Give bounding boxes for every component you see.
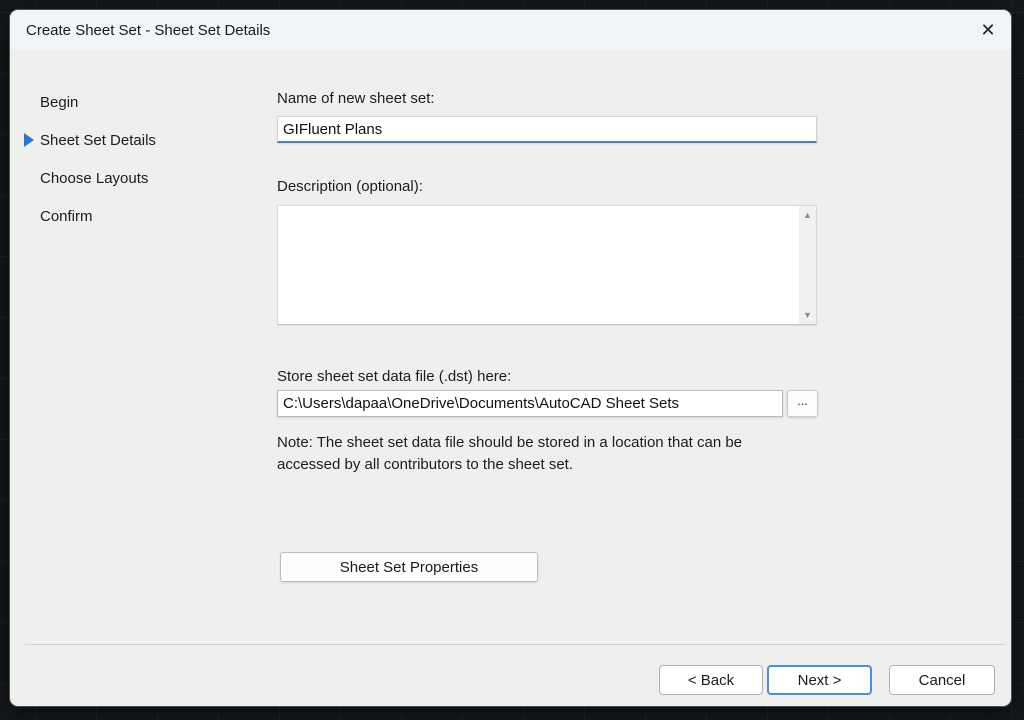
step-label: Sheet Set Details — [40, 132, 156, 149]
footer-separator — [25, 644, 1005, 645]
description-textarea[interactable] — [278, 206, 799, 324]
step-label: Confirm — [40, 208, 93, 225]
sheet-set-name-input[interactable] — [277, 116, 817, 143]
back-button[interactable]: < Back — [659, 665, 763, 695]
create-sheet-set-dialog: Create Sheet Set - Sheet Set Details ✕ B… — [10, 10, 1011, 706]
sidebar-item-choose-layouts: Choose Layouts — [24, 159, 254, 197]
active-step-arrow-icon — [24, 133, 34, 147]
description-field-box: ▲ ▼ — [277, 205, 817, 325]
browse-button[interactable]: ... — [787, 390, 818, 417]
description-label: Description (optional): — [277, 178, 423, 195]
step-label: Begin — [40, 94, 78, 111]
sidebar-item-confirm: Confirm — [24, 197, 254, 235]
sheet-set-properties-button[interactable]: Sheet Set Properties — [280, 552, 538, 582]
active-step-marker — [24, 133, 40, 147]
note-text: Note: The sheet set data file should be … — [277, 432, 797, 476]
cancel-button[interactable]: Cancel — [889, 665, 995, 695]
scroll-down-icon[interactable]: ▼ — [803, 310, 812, 320]
store-location-label: Store sheet set data file (.dst) here: — [277, 368, 511, 385]
dst-path-input[interactable] — [277, 390, 783, 417]
wizard-steps: Begin Sheet Set Details Choose Layouts C… — [24, 83, 254, 235]
step-label: Choose Layouts — [40, 170, 148, 187]
sidebar-item-begin: Begin — [24, 83, 254, 121]
title-bar: Create Sheet Set - Sheet Set Details ✕ — [10, 10, 1011, 50]
description-scrollbar[interactable]: ▲ ▼ — [799, 206, 816, 324]
footer-buttons: < Back Next > Cancel — [659, 665, 995, 695]
scroll-up-icon[interactable]: ▲ — [803, 210, 812, 220]
sidebar-item-sheet-set-details: Sheet Set Details — [24, 121, 254, 159]
close-icon[interactable]: ✕ — [973, 16, 1003, 44]
next-button[interactable]: Next > — [767, 665, 872, 695]
dialog-title: Create Sheet Set - Sheet Set Details — [10, 22, 270, 39]
name-label: Name of new sheet set: — [277, 90, 435, 107]
